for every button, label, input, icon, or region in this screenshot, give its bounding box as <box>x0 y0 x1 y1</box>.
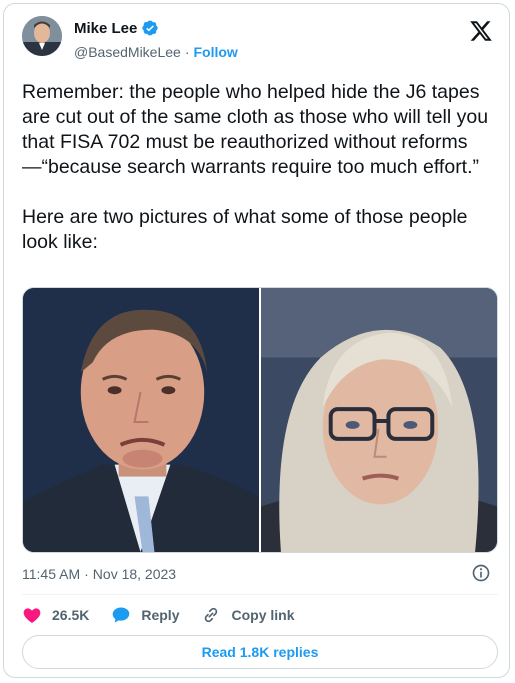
x-logo-icon[interactable] <box>469 19 493 43</box>
photo-right[interactable] <box>261 288 497 552</box>
tweet-date: Nov 18, 2023 <box>92 566 177 582</box>
copy-link-button[interactable]: Copy link <box>201 605 295 625</box>
author-name[interactable]: Mike Lee <box>74 20 137 37</box>
divider <box>22 594 498 595</box>
like-button[interactable]: 26.5K <box>22 605 89 625</box>
tweet-time: 11:45 AM <box>22 566 81 582</box>
info-icon[interactable] <box>471 563 491 583</box>
link-icon <box>205 607 218 623</box>
heart-icon <box>23 608 41 623</box>
reply-bubble-icon <box>113 607 130 623</box>
follow-button[interactable]: Follow <box>194 44 238 60</box>
author-handle[interactable]: @BasedMikeLee <box>74 44 181 60</box>
avatar[interactable] <box>22 16 62 56</box>
tweet-text: Remember: the people who helped hide the… <box>22 81 489 253</box>
timestamp-separator: · <box>84 566 89 582</box>
reply-label: Reply <box>141 607 180 623</box>
handle-row: @BasedMikeLee · Follow <box>74 44 238 60</box>
tweet-media <box>22 287 498 553</box>
reply-button[interactable]: Reply <box>111 605 179 625</box>
action-bar: 26.5K Reply Copy link <box>22 604 498 626</box>
tweet-embed-card: Mike Lee @BasedMikeLee · Follow Remember… <box>3 3 510 678</box>
verified-badge-icon <box>142 20 159 36</box>
handle-separator: · <box>184 44 190 60</box>
like-count: 26.5K <box>52 607 90 623</box>
author-name-row: Mike Lee <box>74 19 159 37</box>
copy-link-label: Copy link <box>231 607 295 623</box>
tweet-timestamp[interactable]: 11:45 AM · Nov 18, 2023 <box>22 566 176 582</box>
read-replies-button[interactable]: Read 1.8K replies <box>22 635 498 669</box>
photo-left[interactable] <box>23 288 259 552</box>
